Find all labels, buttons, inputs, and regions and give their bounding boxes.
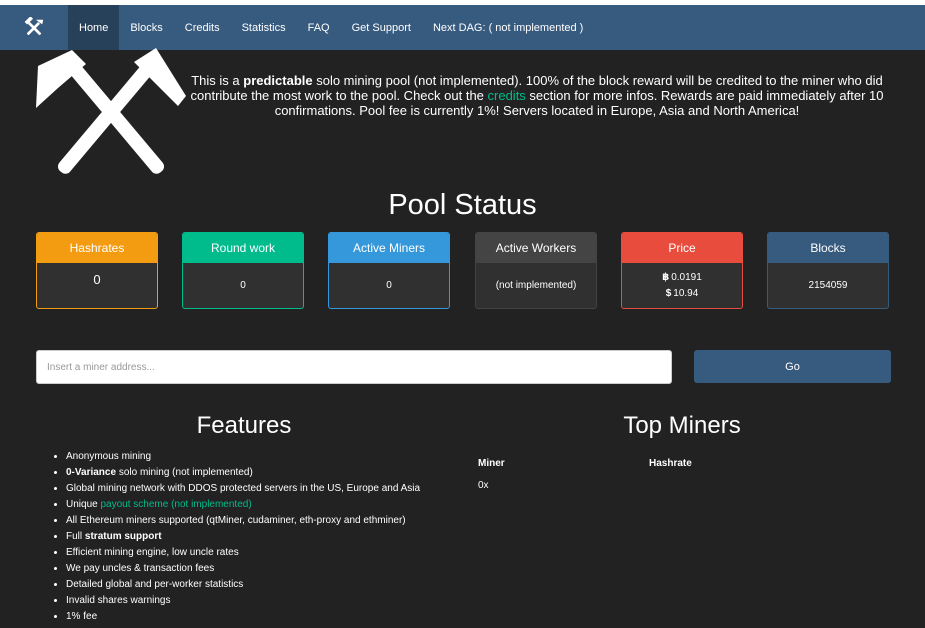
- miner-address-cell[interactable]: 0x: [478, 480, 649, 491]
- price-card-header: Price: [622, 233, 742, 263]
- features-title: Features: [196, 412, 292, 439]
- hashrates-card-body: 0: [37, 263, 157, 308]
- blocks-card-body: 2154059: [768, 263, 888, 308]
- active-miners-card-header: Active Miners: [329, 233, 449, 263]
- bitcoin-icon: ฿: [662, 271, 670, 283]
- active-miners-card-body: 0: [329, 263, 449, 308]
- feature-item: Invalid shares warnings: [66, 593, 420, 609]
- miner-address-input[interactable]: [36, 350, 672, 384]
- blocks-card: Blocks 2154059: [767, 232, 889, 309]
- features-list: Anonymous mining 0-Variance solo mining …: [48, 449, 420, 625]
- table-header-row: Miner Hashrate: [478, 452, 769, 474]
- hammer-pickaxe-icon: [24, 16, 44, 35]
- feature-text: solo mining (not implemented): [116, 467, 253, 478]
- feature-item: We pay uncles & transaction fees: [66, 561, 420, 577]
- feature-text: Global mining network with DDOS protecte…: [66, 483, 421, 494]
- pool-status-title: Pool Status: [388, 189, 537, 221]
- price-btc: ฿ 0.0191: [662, 270, 702, 286]
- feature-item: 0-Variance solo mining (not implemented): [66, 465, 420, 481]
- nav-get-support[interactable]: Get Support: [341, 5, 422, 50]
- payout-scheme-link[interactable]: payout scheme (not implemented): [100, 499, 251, 510]
- active-workers-card-body: (not implemented): [476, 263, 596, 308]
- feature-text: Efficient mining engine, low uncle rates: [66, 547, 239, 558]
- feature-text: All Ethereum miners supported (qtMiner, …: [66, 515, 406, 526]
- nav-blocks[interactable]: Blocks: [119, 5, 173, 50]
- round-work-value: 0: [240, 279, 246, 291]
- feature-item: Anonymous mining: [66, 449, 420, 465]
- feature-strong: 0-Variance: [66, 467, 117, 478]
- price-usd: $10.94: [666, 286, 699, 302]
- hammer-pickaxe-logo-icon: [36, 48, 186, 174]
- go-button[interactable]: Go: [694, 350, 891, 383]
- active-miners-card: Active Miners 0: [328, 232, 450, 309]
- hashrates-card-header: Hashrates: [37, 233, 157, 263]
- feature-text: Full: [66, 531, 85, 542]
- feature-text: 1% fee: [66, 611, 98, 622]
- feature-item: All Ethereum miners supported (qtMiner, …: [66, 513, 420, 529]
- intro-strong: predictable: [243, 73, 313, 88]
- feature-item: Unique payout scheme (not implemented): [66, 497, 420, 513]
- top-miners-table: Miner Hashrate 0x: [478, 452, 769, 496]
- feature-strong: stratum support: [84, 531, 162, 542]
- hashrates-value: 0: [93, 272, 101, 287]
- active-workers-card-header: Active Workers: [476, 233, 596, 263]
- active-miners-value: 0: [386, 279, 392, 291]
- nav-faq[interactable]: FAQ: [297, 5, 341, 50]
- dollar-icon: $: [665, 287, 672, 299]
- round-work-card-header: Round work: [183, 233, 303, 263]
- feature-text: Invalid shares warnings: [66, 595, 171, 606]
- blocks-card-header: Blocks: [768, 233, 888, 263]
- price-usd-value: 10.94: [673, 287, 699, 299]
- feature-item: Efficient mining engine, low uncle rates: [66, 545, 420, 561]
- nav-home[interactable]: Home: [68, 5, 120, 50]
- feature-text: Detailed global and per-worker statistic…: [66, 579, 244, 590]
- hashrates-card: Hashrates 0: [36, 232, 158, 309]
- top-miners-title: Top Miners: [623, 412, 741, 439]
- active-workers-card: Active Workers (not implemented): [475, 232, 597, 309]
- round-work-card-body: 0: [183, 263, 303, 308]
- intro-part1: This is a: [191, 73, 244, 88]
- feature-item: Full stratum support: [66, 529, 420, 545]
- nav-statistics[interactable]: Statistics: [231, 5, 297, 50]
- feature-text: We pay uncles & transaction fees: [66, 563, 215, 574]
- navbar: Home Blocks Credits Statistics FAQ Get S…: [0, 5, 925, 50]
- price-card-body: ฿ 0.0191 $10.94: [622, 263, 742, 308]
- active-workers-value: (not implemented): [495, 279, 577, 291]
- intro-text: This is a predictable solo mining pool (…: [182, 73, 892, 118]
- column-header-hashrate: Hashrate: [649, 457, 692, 469]
- brand-logo[interactable]: [0, 5, 68, 50]
- blocks-value: 2154059: [808, 279, 848, 291]
- column-header-miner: Miner: [478, 457, 505, 469]
- feature-text: Anonymous mining: [66, 451, 152, 462]
- feature-item: Detailed global and per-worker statistic…: [66, 577, 420, 593]
- feature-item: Global mining network with DDOS protecte…: [66, 481, 420, 497]
- nav-next-dag[interactable]: Next DAG: ( not implemented ): [422, 5, 594, 50]
- table-row: 0x: [478, 474, 769, 496]
- price-card: Price ฿ 0.0191 $10.94: [621, 232, 743, 309]
- nav-credits[interactable]: Credits: [174, 5, 231, 50]
- round-work-card: Round work 0: [182, 232, 304, 309]
- price-btc-value: 0.0191: [671, 271, 702, 283]
- feature-item: 1% fee: [66, 609, 420, 625]
- credits-link[interactable]: credits: [488, 88, 526, 103]
- feature-text: Unique: [66, 499, 101, 510]
